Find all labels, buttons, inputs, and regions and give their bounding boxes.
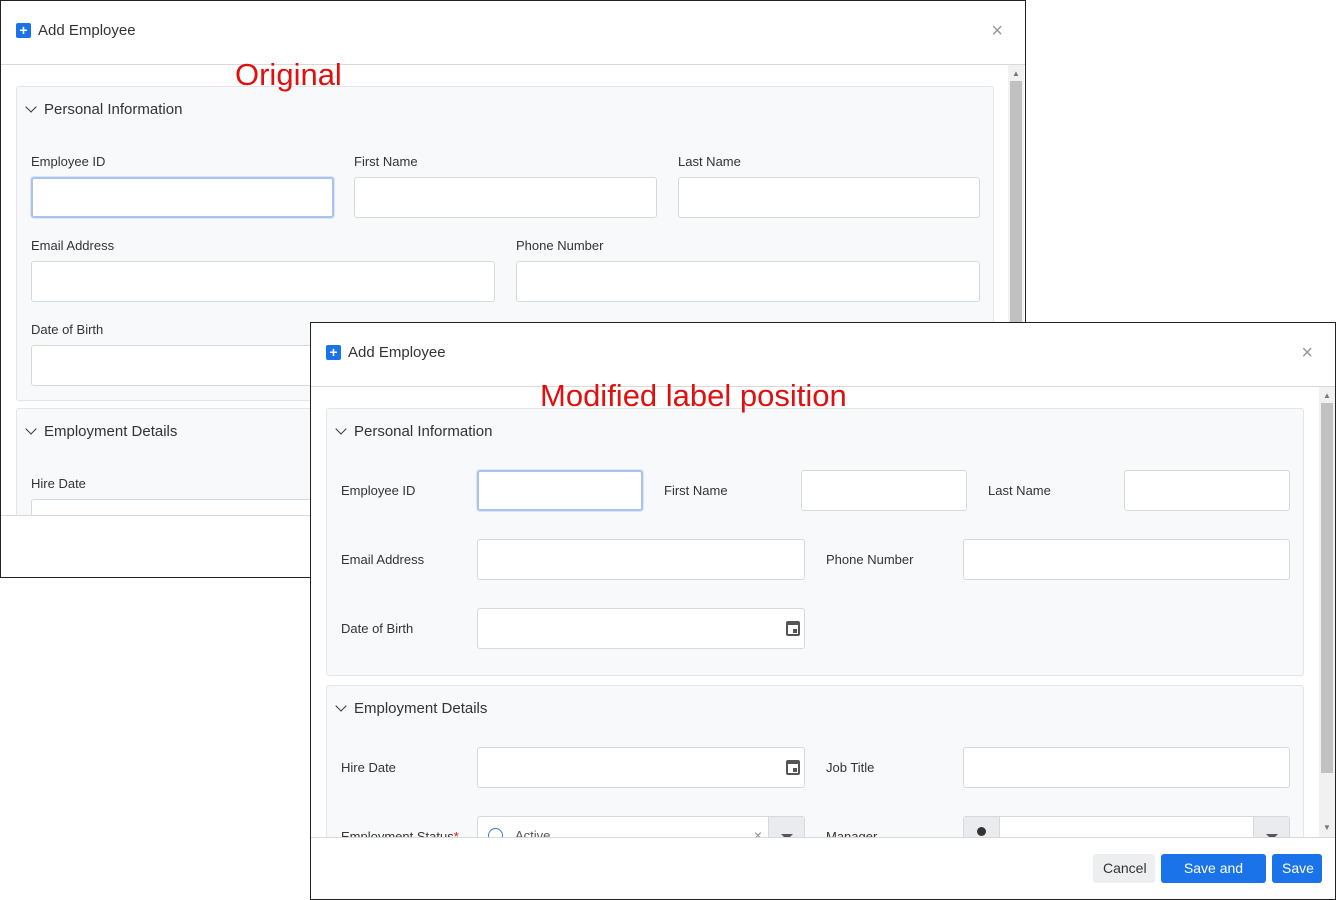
close-icon[interactable]: × bbox=[1301, 343, 1313, 363]
calendar-icon[interactable] bbox=[786, 760, 800, 775]
dialog-title: Add Employee bbox=[38, 22, 136, 39]
employment-status-value: Active bbox=[515, 828, 551, 837]
person-icon bbox=[964, 817, 1000, 837]
employee-id-input[interactable] bbox=[477, 470, 643, 511]
first-name-label: First Name bbox=[664, 483, 728, 498]
scroll-down-arrow-icon[interactable]: ▼ bbox=[1319, 821, 1335, 835]
clear-selection-icon[interactable]: × bbox=[754, 827, 762, 837]
employee-id-input[interactable] bbox=[31, 177, 334, 218]
required-asterisk: * bbox=[453, 829, 459, 837]
modified-annotation: Modified label position bbox=[540, 378, 847, 413]
first-name-input[interactable] bbox=[801, 470, 967, 511]
last-name-input[interactable] bbox=[678, 177, 980, 218]
section-title: Personal Information bbox=[354, 423, 493, 440]
section-title: Personal Information bbox=[44, 101, 183, 118]
job-title-input[interactable] bbox=[963, 747, 1290, 788]
section-title: Employment Details bbox=[354, 700, 488, 717]
scroll-up-arrow-icon[interactable]: ▲ bbox=[1319, 389, 1335, 403]
last-name-label: Last Name bbox=[988, 483, 1051, 498]
employment-status-label-text: Employment Status bbox=[341, 829, 454, 837]
hire-date-label: Hire Date bbox=[31, 476, 86, 491]
dob-label: Date of Birth bbox=[341, 621, 414, 636]
employee-id-label: Employee ID bbox=[341, 483, 416, 498]
chevron-down-icon bbox=[25, 101, 37, 113]
employee-id-label: Employee ID bbox=[31, 154, 106, 169]
employment-status-select[interactable]: Active × bbox=[477, 816, 805, 837]
save-button[interactable]: Save bbox=[1272, 854, 1322, 883]
manager-label: Manager bbox=[826, 829, 878, 837]
last-name-input[interactable] bbox=[1124, 470, 1290, 511]
employment-status-label: Employment Status* bbox=[341, 829, 459, 837]
hire-date-input[interactable] bbox=[477, 747, 805, 788]
caret-down-icon[interactable] bbox=[768, 817, 804, 837]
dob-input[interactable] bbox=[477, 608, 805, 649]
phone-input[interactable] bbox=[963, 539, 1290, 580]
hire-date-label: Hire Date bbox=[341, 760, 396, 775]
employment-details-section: Employment Details Hire Date Job Title E… bbox=[326, 685, 1304, 837]
phone-label: Phone Number bbox=[516, 238, 604, 253]
scroll-thumb[interactable] bbox=[1321, 403, 1333, 773]
dialog-footer: Cancel Save and New Save bbox=[311, 837, 1335, 899]
scroll-up-arrow-icon[interactable]: ▲ bbox=[1008, 67, 1024, 81]
phone-label: Phone Number bbox=[826, 552, 914, 567]
personal-information-section: Personal Information Employee ID First N… bbox=[326, 408, 1304, 676]
section-title: Employment Details bbox=[44, 423, 178, 440]
original-annotation: Original bbox=[235, 57, 342, 92]
vertical-scrollbar[interactable]: ▲ ▼ bbox=[1319, 387, 1335, 837]
calendar-icon[interactable] bbox=[786, 621, 800, 636]
job-title-label: Job Title bbox=[826, 760, 875, 775]
email-label: Email Address bbox=[31, 238, 115, 253]
cancel-button[interactable]: Cancel bbox=[1093, 854, 1155, 883]
plus-square-icon: + bbox=[326, 345, 341, 360]
section-toggle-employment[interactable]: Employment Details bbox=[335, 700, 488, 717]
section-toggle-personal[interactable]: Personal Information bbox=[25, 101, 183, 118]
first-name-input[interactable] bbox=[354, 177, 657, 218]
plus-square-icon: + bbox=[16, 23, 31, 38]
caret-down-icon[interactable] bbox=[1253, 817, 1289, 837]
close-icon[interactable]: × bbox=[991, 21, 1003, 41]
radio-icon bbox=[488, 828, 503, 837]
email-label: Email Address bbox=[341, 552, 425, 567]
manager-select[interactable] bbox=[963, 816, 1290, 837]
chevron-down-icon bbox=[335, 700, 347, 712]
section-toggle-employment[interactable]: Employment Details bbox=[25, 423, 178, 440]
chevron-down-icon bbox=[335, 423, 347, 435]
chevron-down-icon bbox=[25, 423, 37, 435]
dialog-body: ▲ ▼ Personal Information Employee ID Fir… bbox=[311, 387, 1335, 837]
email-input[interactable] bbox=[477, 539, 805, 580]
dialog-header: + Add Employee × bbox=[1, 1, 1025, 65]
section-toggle-personal[interactable]: Personal Information bbox=[335, 423, 493, 440]
email-input[interactable] bbox=[31, 261, 495, 302]
dialog-title: Add Employee bbox=[348, 344, 446, 361]
last-name-label: Last Name bbox=[678, 154, 741, 169]
dob-label: Date of Birth bbox=[31, 322, 104, 337]
first-name-label: First Name bbox=[354, 154, 418, 169]
save-and-new-button[interactable]: Save and New bbox=[1161, 854, 1266, 899]
phone-input[interactable] bbox=[516, 261, 980, 302]
